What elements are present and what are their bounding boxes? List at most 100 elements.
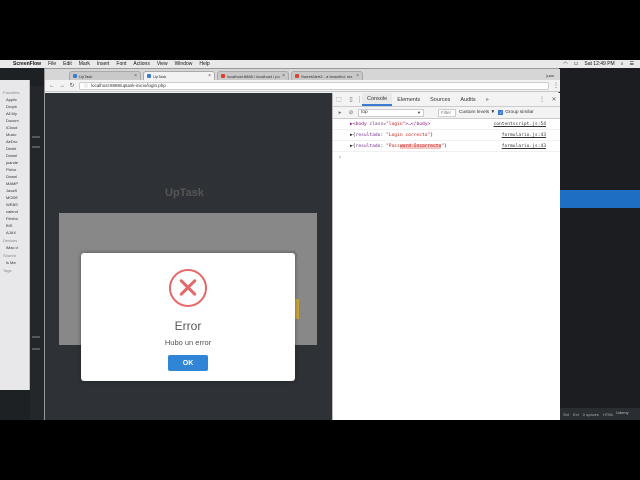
tab-elements[interactable]: Elements xyxy=(392,93,425,106)
finder-item[interactable]: Downl xyxy=(0,152,29,159)
menu-file[interactable]: File xyxy=(48,61,56,67)
tab-title: localhost:8888 / localhost / po xyxy=(227,73,280,79)
menu-font[interactable]: Font xyxy=(116,61,126,67)
finder-item[interactable]: Docum xyxy=(0,117,29,124)
menu-icon[interactable]: ⋮ xyxy=(553,82,559,89)
spotlight-icon[interactable]: ⌕ xyxy=(621,61,624,67)
console-log-entry[interactable]: ▶{resultado: "Password Incorrecto"} form… xyxy=(333,141,560,152)
close-icon[interactable]: ✕ xyxy=(548,93,560,106)
context-select[interactable]: top ▼ xyxy=(358,108,424,117)
menu-view[interactable]: View xyxy=(157,61,168,67)
console-prompt[interactable]: › xyxy=(333,152,560,162)
devtools-tab-bar: ⬚ ▯ Console Elements Sources Audits » ⋮ … xyxy=(333,93,560,107)
finder-item[interactable]: Music xyxy=(0,131,29,138)
clock[interactable]: Sat 12:49 PM xyxy=(584,61,614,67)
browser-tab[interactable]: SweetAlert2 - a beautiful, res × xyxy=(291,71,363,80)
menu-edit[interactable]: Edit xyxy=(63,61,72,67)
browser-tab-active[interactable]: UpTask × xyxy=(143,71,215,80)
context-value: top xyxy=(361,110,368,115)
battery-icon[interactable]: ▭ xyxy=(574,61,579,67)
back-icon[interactable]: ← xyxy=(49,83,55,89)
tab-title: SweetAlert2 - a beautiful, res xyxy=(301,73,353,79)
finder-item[interactable]: calend xyxy=(0,208,29,215)
dialog-title: Error xyxy=(174,319,202,333)
menu-actions[interactable]: Actions xyxy=(133,61,149,67)
code-line xyxy=(32,146,40,148)
close-tab-icon[interactable]: × xyxy=(208,73,211,79)
finder-item[interactable]: juande xyxy=(0,159,29,166)
finder-item[interactable]: AirDro xyxy=(0,138,29,145)
status-item: 0 spaces xyxy=(582,411,599,417)
log-part: "Pass xyxy=(386,143,400,149)
log-source-link[interactable]: contentscript.js:54 xyxy=(493,122,546,127)
finder-item[interactable]: Dropb xyxy=(0,103,29,110)
finder-item[interactable]: AJAX xyxy=(0,229,29,236)
finder-item[interactable]: All My xyxy=(0,110,29,117)
device-toolbar-icon[interactable]: ▯ xyxy=(345,93,357,106)
profile-name[interactable]: juan xyxy=(546,73,560,80)
devtools-panel: ⬚ ▯ Console Elements Sources Audits » ⋮ … xyxy=(332,93,560,420)
group-similar-toggle[interactable]: ✓ Group similar xyxy=(498,110,534,115)
status-item: Ext xyxy=(573,411,579,417)
finder-item[interactable]: Deskt xyxy=(0,145,29,152)
menu-bar: ScreenFlow File Edit Mark Insert Font Ac… xyxy=(0,60,640,68)
screen: ScreenFlow File Edit Mark Insert Font Ac… xyxy=(0,60,640,420)
browser-tab[interactable]: localhost:8888 / localhost / po × xyxy=(217,71,289,80)
finder-item[interactable]: MAMP xyxy=(0,180,29,187)
levels-dropdown[interactable]: Custom levels ▼ xyxy=(459,110,495,115)
finder-item[interactable]: ls Ma xyxy=(0,259,29,266)
tab-sources[interactable]: Sources xyxy=(425,93,455,106)
log-source-link[interactable]: formulario.js:43 xyxy=(502,133,546,138)
favicon-icon xyxy=(73,74,77,78)
browser-tab-bar: UpTask × UpTask × localhost:8888 / local… xyxy=(45,69,560,80)
console-log-entry[interactable]: ▶<body class="login">…</body> contentscr… xyxy=(333,119,560,130)
console-log-entry[interactable]: ▶{resultado: "Login correcto"} formulari… xyxy=(333,130,560,141)
log-part: resultado xyxy=(355,132,381,138)
log-part: class= xyxy=(366,121,386,127)
finder-item[interactable]: BIS xyxy=(0,222,29,229)
finder-item[interactable]: iCloud xyxy=(0,124,29,131)
favicon-icon xyxy=(221,74,225,78)
forward-icon[interactable]: → xyxy=(59,83,65,89)
log-part: } xyxy=(430,132,434,138)
menu-help[interactable]: Help xyxy=(199,61,209,67)
finder-item[interactable]: Downl xyxy=(0,173,29,180)
finder-item[interactable]: JavaS xyxy=(0,187,29,194)
reload-icon[interactable]: ↻ xyxy=(69,82,75,89)
menu-window[interactable]: Window xyxy=(175,61,193,67)
log-message: ▶{resultado: "Password Incorrecto"} xyxy=(345,143,447,149)
finder-item[interactable]: Flexbo xyxy=(0,215,29,222)
menu-mark[interactable]: Mark xyxy=(79,61,90,67)
console-output: ▶<body class="login">…</body> contentscr… xyxy=(333,119,560,162)
filter-input[interactable]: Filter xyxy=(438,108,456,117)
finder-item[interactable]: Pictur xyxy=(0,166,29,173)
ok-button[interactable]: OK xyxy=(168,355,208,371)
browser-tab[interactable]: UpTask × xyxy=(69,71,141,80)
log-source-link[interactable]: formulario.js:43 xyxy=(502,144,546,149)
more-options-icon[interactable]: ⋮ xyxy=(536,93,548,106)
web-page: UpTask Error Hubo un error OK xyxy=(45,93,332,420)
tab-audits[interactable]: Audits xyxy=(455,93,480,106)
finder-item[interactable]: Applic xyxy=(0,96,29,103)
inspect-icon[interactable]: ⬚ xyxy=(333,93,345,106)
address-bar[interactable]: ⓘ localhost:8888/uptask-inicio/login.php xyxy=(79,81,549,90)
browser-nav-bar: ← → ↻ ⓘ localhost:8888/uptask-inicio/log… xyxy=(45,80,560,92)
console-toolbar: ▸ ⊘ top ▼ Filter Custom levels ▼ ✓ Group… xyxy=(333,107,560,119)
close-tab-icon[interactable]: × xyxy=(134,73,137,79)
app-menu[interactable]: ScreenFlow xyxy=(13,61,41,67)
info-icon[interactable]: ⓘ xyxy=(84,83,88,89)
tab-console[interactable]: Console xyxy=(362,93,393,106)
wifi-icon[interactable]: ◠ xyxy=(563,61,567,67)
checkbox-checked-icon[interactable]: ✓ xyxy=(498,110,504,115)
close-tab-icon[interactable]: × xyxy=(282,73,285,79)
sidebar-toggle-icon[interactable]: ▸ xyxy=(336,110,344,116)
finder-item[interactable]: iMac d xyxy=(0,244,29,251)
log-message: ▶<body class="login">…</body> xyxy=(345,122,430,127)
more-tabs-icon[interactable]: » xyxy=(481,93,494,106)
clear-console-icon[interactable]: ⊘ xyxy=(347,110,355,116)
close-tab-icon[interactable]: × xyxy=(356,73,359,79)
finder-item[interactable]: MODE xyxy=(0,194,29,201)
menu-insert[interactable]: Insert xyxy=(97,61,110,67)
menu-list-icon[interactable]: ☰ xyxy=(630,61,634,67)
finder-item[interactable]: WEBS xyxy=(0,201,29,208)
